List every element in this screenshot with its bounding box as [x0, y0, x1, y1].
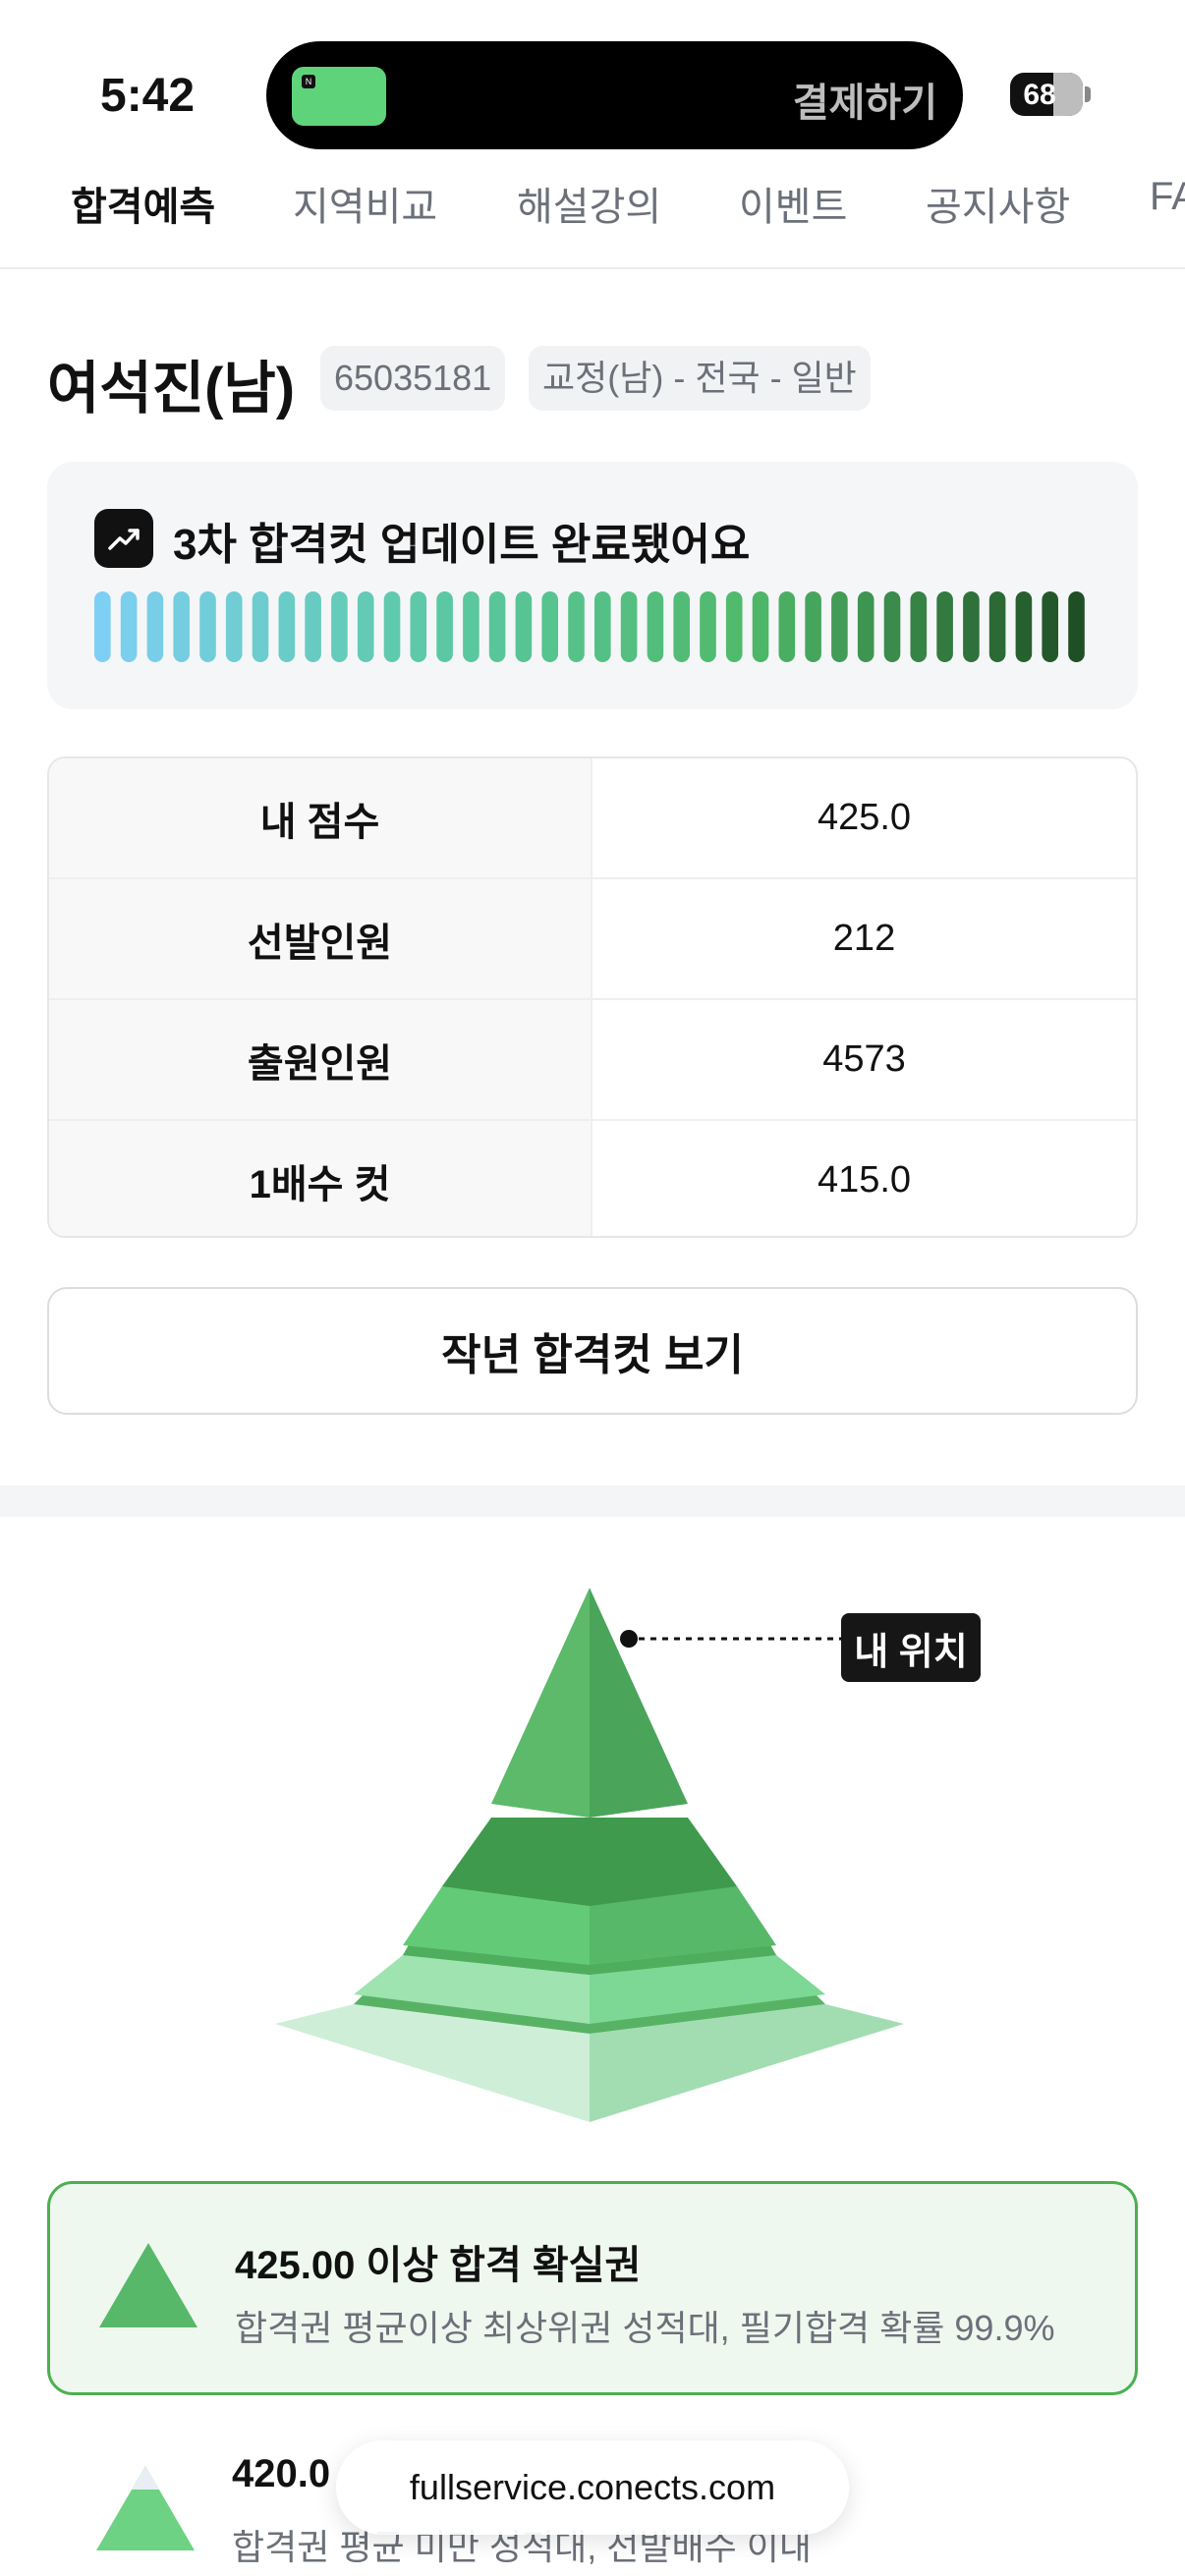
exam-id-chip: 65035181	[320, 346, 506, 411]
dynamic-island[interactable]: N 결제하기	[266, 41, 963, 149]
pyramid-tier-1-left	[491, 1588, 590, 1818]
progress-segment	[383, 591, 401, 662]
progress-segment	[94, 591, 111, 662]
island-pay-label: 결제하기	[792, 82, 937, 125]
progress-segment	[831, 591, 848, 662]
progress-segment	[910, 591, 928, 662]
row-value: 212	[832, 918, 896, 959]
progress-segment	[278, 591, 296, 662]
battery-level: 68	[1023, 79, 1056, 111]
progress-segment	[463, 591, 480, 662]
progress-segment	[1042, 591, 1058, 662]
tab-bar: 합격예측 지역비교 해설강의 이벤트 공지사항 FAQ	[0, 157, 1185, 269]
row-value: 415.0	[817, 1159, 912, 1201]
row-label: 출원인원	[49, 1000, 592, 1119]
progress-segment	[173, 591, 190, 662]
progress-segment	[331, 591, 348, 662]
tier-triangle-icon	[96, 2466, 195, 2550]
progress-segment	[436, 591, 453, 662]
progress-segment	[673, 591, 690, 662]
tier-card-active[interactable]: 425.00 이상 합격 확실권 합격권 평균이상 최상위권 성적대, 필기합격…	[47, 2181, 1138, 2395]
progress-segment	[936, 591, 953, 662]
progress-segment	[725, 591, 743, 662]
row-label: 1배수 컷	[49, 1121, 592, 1236]
row-label: 선발인원	[49, 879, 592, 998]
progress-segment	[963, 591, 980, 662]
tab-events[interactable]: 이벤트	[739, 175, 847, 232]
progress-segment	[120, 591, 138, 662]
browser-url-bar[interactable]: fullservice.conects.com	[336, 2440, 849, 2535]
tier-description: 합격권 평균이상 최상위권 성적대, 필기합격 확률 99.9%	[235, 2308, 1055, 2348]
trending-up-icon	[94, 509, 153, 568]
progress-segment	[594, 591, 611, 662]
progress-segment	[357, 591, 374, 662]
progress-segment	[1068, 591, 1085, 662]
tab-faq[interactable]: FAQ	[1150, 175, 1185, 219]
row-value: 425.0	[817, 797, 912, 838]
tab-region-compare[interactable]: 지역비교	[293, 175, 437, 232]
table-row: 내 점수 425.0	[49, 758, 1136, 877]
progress-segment	[647, 591, 664, 662]
battery-tip	[1085, 86, 1091, 102]
app-icon: N	[292, 67, 386, 126]
progress-segment	[225, 591, 243, 662]
row-label: 내 점수	[49, 758, 592, 877]
battery-icon: 68	[1010, 73, 1083, 116]
naver-badge-icon: N	[302, 75, 315, 88]
tab-lectures[interactable]: 해설강의	[517, 175, 661, 232]
tier-title: 425.00 이상 합격 확실권	[235, 2244, 642, 2287]
tier-title: 420.0	[232, 2452, 331, 2495]
progress-segment	[146, 591, 164, 662]
section-divider	[0, 1485, 1185, 1517]
tier-triangle-icon	[99, 2243, 198, 2327]
progress-segment	[883, 591, 901, 662]
update-card: 3차 합격컷 업데이트 완료됐어요	[47, 462, 1138, 709]
progress-segment	[988, 591, 1006, 662]
progress-segment	[515, 591, 533, 662]
progress-segment	[305, 591, 321, 662]
progress-segment	[252, 591, 269, 662]
row-value: 4573	[822, 1038, 906, 1080]
progress-segment	[410, 591, 427, 662]
progress-segment	[541, 591, 558, 662]
progress-segment	[778, 591, 796, 662]
progress-segment	[857, 591, 875, 662]
progress-segment	[700, 591, 716, 662]
user-name: 여석진(남)	[47, 357, 296, 420]
last-year-cut-button[interactable]: 작년 합격컷 보기	[47, 1287, 1138, 1415]
status-bar: 5:42 N 결제하기 68	[0, 0, 1185, 157]
progress-segment	[752, 591, 769, 662]
tab-prediction[interactable]: 합격예측	[71, 175, 215, 232]
progress-segment	[1015, 591, 1033, 662]
progress-segment	[568, 591, 585, 662]
tab-notices[interactable]: 공지사항	[926, 175, 1070, 232]
table-row: 출원인원 4573	[49, 1000, 1136, 1119]
update-title: 3차 합격컷 업데이트 완료됐어요	[173, 521, 751, 569]
table-row: 1배수 컷 415.0	[49, 1121, 1136, 1236]
exam-category-chip: 교정(남) - 전국 - 일반	[529, 346, 871, 411]
progress-segment	[199, 591, 216, 662]
progress-segment	[488, 591, 506, 662]
pyramid-tier-1-right	[590, 1588, 688, 1818]
my-position-dot	[620, 1630, 638, 1648]
table-row: 선발인원 212	[49, 879, 1136, 998]
progress-segment	[620, 591, 638, 662]
status-time: 5:42	[100, 70, 196, 122]
score-table: 내 점수 425.0 선발인원 212 출원인원 4573 1배수 컷 415.…	[47, 756, 1138, 1238]
progress-segment	[805, 591, 821, 662]
my-position-label: 내 위치	[841, 1613, 981, 1682]
progress-segments	[94, 591, 1085, 662]
